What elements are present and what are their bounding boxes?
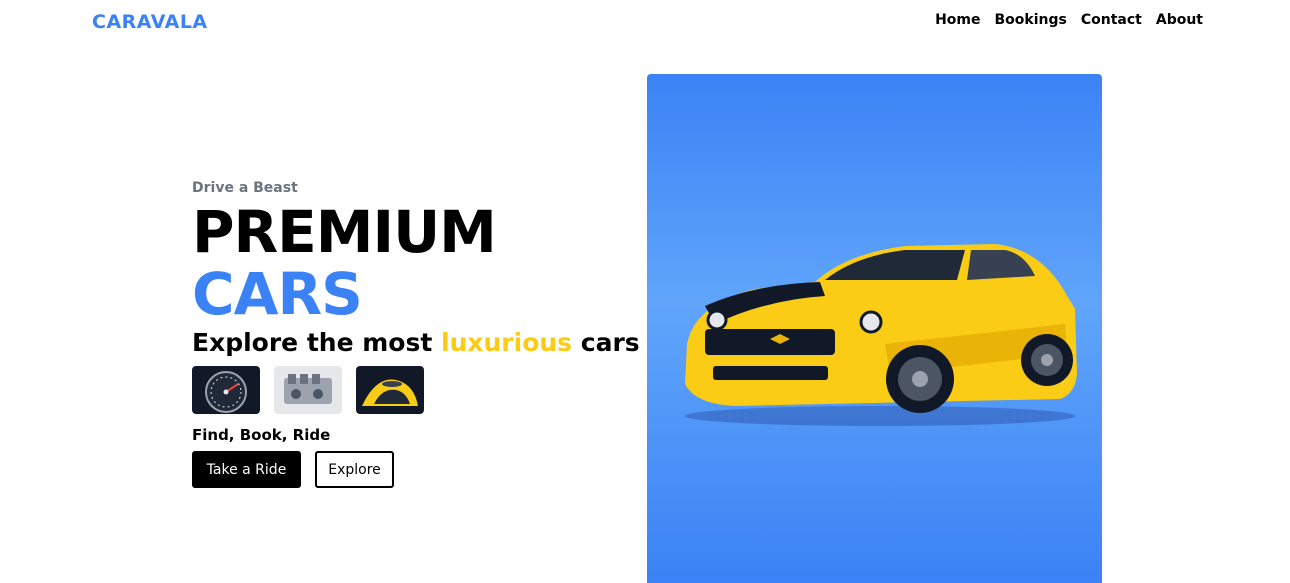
tagline-prefix: Explore the most <box>192 328 441 357</box>
hero-headline-cars: CARS <box>192 260 363 328</box>
nav-contact[interactable]: Contact <box>1081 12 1142 28</box>
hero-slogan: Find, Book, Ride <box>192 426 331 444</box>
nav-home[interactable]: Home <box>935 12 980 28</box>
hero-image-panel <box>647 74 1102 583</box>
hero-headline-premium: PREMIUM <box>192 198 497 266</box>
engine-image <box>274 366 342 414</box>
hero-actions: Take a Ride Explore <box>192 451 632 488</box>
main-nav: Home Bookings Contact About <box>935 12 1203 28</box>
hero-eyebrow: Drive a Beast <box>192 180 298 196</box>
brand-logo[interactable]: CARAVALA <box>92 11 208 33</box>
nav-about[interactable]: About <box>1156 12 1203 28</box>
explore-button[interactable]: Explore <box>315 451 394 488</box>
feature-thumbnails <box>192 366 632 414</box>
car-seat-icon <box>356 366 424 414</box>
hero-content: Drive a Beast PREMIUM CARS Explore the m… <box>192 180 660 488</box>
nav-bookings[interactable]: Bookings <box>995 12 1067 28</box>
car-interior-image <box>356 366 424 414</box>
speedometer-image <box>192 366 260 414</box>
engine-icon <box>274 366 342 414</box>
take-a-ride-button[interactable]: Take a Ride <box>192 451 301 488</box>
tagline-highlight: luxurious <box>441 328 573 357</box>
speedometer-icon <box>192 366 260 414</box>
yellow-sports-car-image <box>685 244 1077 426</box>
hero-tagline: Explore the most luxurious cars ! <box>192 328 660 358</box>
